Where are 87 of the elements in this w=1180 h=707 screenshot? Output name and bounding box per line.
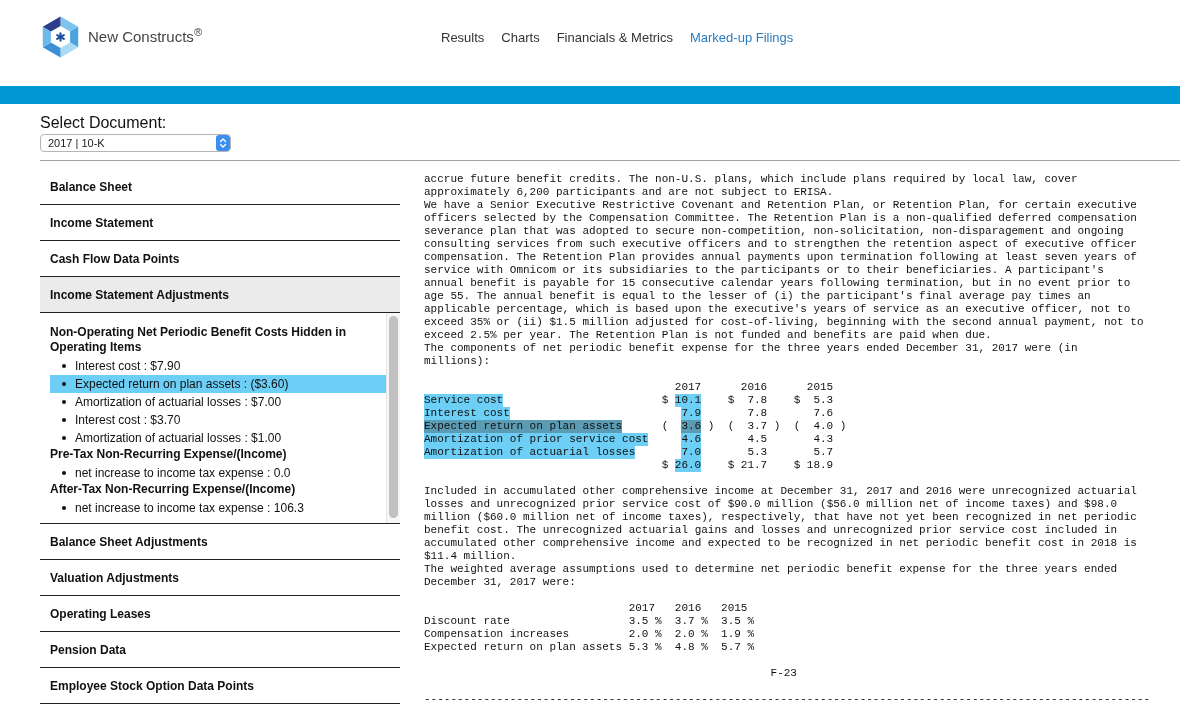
- bullet-icon: [62, 400, 66, 404]
- currency-symbol: $: [661, 394, 669, 407]
- amount-value: 7.8: [747, 394, 768, 407]
- rate-value: 3.5 %: [721, 615, 755, 628]
- row-label: Compensation increases: [424, 628, 570, 641]
- chevron-updown-icon: [216, 135, 230, 151]
- filing-paragraph: We have a Senior Executive Restrictive Covenant and Retention Plan, or Retention Plan, for certain executive officers selected by the Compensation Committee. The Retention Plan is a non-qualified deferred compensation severance plan that was adopted to secure non-competition, non-solicitation, non-disparagement and ongoing consulting services from such executive officers and to strengthen the retention aspect of executive officer compensation. The Retention Plan provides annual payments upon termination following at least seven years of service with Omnicom or its subsidiaries to the participants or to their beneficiaries. A participant's annual benefit is payable for 15 consecutive calendar years following termination, but in no event prior to age 55. The annual benefit is equal to the lesser of (i) the participant's final average pay times an applicable percentage, which is based upon the executive's years of service as an executive officer, not to exceed 35% or (ii) $1.5 million adjusted for cost-of-living, beginning with the second annual payment, not to exceed 2.5% per year. The Retention Plan is not funded and benefits are paid when due.: [424, 199, 1144, 342]
- close-parenthesis: ): [773, 420, 781, 433]
- close-parenthesis: ): [707, 420, 715, 433]
- rate-value: 2.0 %: [674, 628, 708, 641]
- rate-value: 2.0 %: [628, 628, 662, 641]
- sidebar-section[interactable]: Income Statement Adjustments: [40, 277, 400, 313]
- rate-value: 1.9 %: [721, 628, 755, 641]
- amount-value: 10.1: [674, 394, 702, 407]
- group-heading: Non-Operating Net Periodic Benefit Costs Hidden in Operating Items: [50, 325, 348, 355]
- currency-symbol: $: [793, 459, 801, 472]
- amount-value: 5.3: [813, 394, 834, 407]
- filing-paragraph: Included in accumulated other comprehensive income at December 31, 2017 and 2016 were unrecognized actuarial losses and unrecognized prior service cost of $90.0 million ($56.0 million net of income taxes) and $98.0 million ($60.0 million net of income taxes), respectively, that have not yet been recognized in net periodic benefit cost. The unrecognized actuarial gains and losses and unrecognized prior service cost included in accumulated other comprehensive income and expected to be recognized in net periodic benefit cost in 2018 is $11.4 million.: [424, 485, 1137, 563]
- year-heading: 2017: [674, 381, 702, 394]
- page-break-dashes: --------------------------------------------------------------------------------------------------------------: [424, 693, 1151, 706]
- rate-value: 5.7 %: [721, 641, 755, 654]
- year-heading: 2017: [628, 602, 656, 615]
- open-parenthesis: (: [793, 420, 801, 433]
- nav-link[interactable]: Results: [441, 30, 485, 46]
- nav-link[interactable]: Charts: [501, 30, 540, 46]
- select-label: Select Document:: [40, 114, 167, 132]
- brand-name[interactable]: New Constructs$^{®}$: [88, 28, 203, 46]
- row-label: Amortization of prior service cost: [424, 433, 649, 446]
- filing-paragraph: The weighted average assumptions used to determine net periodic benefit expense for the three years ended December 31, 2017 were:: [424, 563, 1118, 589]
- amount-value: 4.0: [813, 420, 834, 433]
- bullet-icon: [62, 471, 66, 475]
- data-point-item[interactable]: Interest cost : $7.90: [50, 357, 386, 375]
- year-heading: 2016: [674, 602, 702, 615]
- close-parenthesis: ): [839, 420, 847, 433]
- filing-paragraph: accrue future benefit credits. The non-U.S. plans, which include plans required by local law, cover approximately 6,200 participants and are not subject to ERISA.: [424, 173, 1078, 199]
- currency-symbol: $: [727, 394, 735, 407]
- row-label: Service cost: [424, 394, 504, 407]
- amount-value: 5.7: [813, 446, 834, 459]
- bullet-icon: [62, 436, 66, 440]
- rate-value: 3.5 %: [628, 615, 662, 628]
- document-select[interactable]: 2017 | 10-K: [40, 134, 231, 152]
- data-point-item[interactable]: Amortization of actuarial losses : $7.00: [50, 393, 386, 411]
- rate-value: 3.7 %: [674, 615, 708, 628]
- amount-value: 7.0: [681, 446, 702, 459]
- amount-value: 21.7: [740, 459, 768, 472]
- row-label: Amortization of actuarial losses: [424, 446, 636, 459]
- year-heading: 2015: [721, 602, 748, 615]
- open-parenthesis: (: [727, 420, 735, 433]
- amount-value: 3.7: [747, 420, 768, 433]
- row-label: Interest cost: [424, 407, 510, 420]
- filing-paragraph: The components of net periodic benefit expense for the three years ended December 31, 2017 were (in millions):: [424, 342, 1078, 368]
- amount-value: 4.5: [747, 433, 768, 446]
- page-number: F-23: [770, 667, 797, 680]
- amount-value: 18.9: [806, 459, 834, 472]
- bullet-icon: [62, 506, 66, 510]
- data-point-item[interactable]: Interest cost : $3.70: [50, 411, 386, 429]
- currency-symbol: $: [661, 459, 669, 472]
- nav-link[interactable]: Marked-up Filings: [689, 30, 794, 46]
- row-label: Discount rate: [424, 615, 510, 628]
- data-point-item[interactable]: net increase to income tax expense : 106.3: [50, 499, 386, 517]
- open-parenthesis: (: [661, 420, 669, 433]
- amount-value: 26.0: [674, 459, 702, 472]
- group-heading: After-Tax Non-Recurring Expense/(Income): [50, 482, 297, 497]
- rate-value: 5.3 %: [628, 641, 662, 654]
- bullet-icon: [62, 364, 66, 368]
- amount-value: 7.6: [813, 407, 834, 420]
- rate-value: 4.8 %: [674, 641, 708, 654]
- amount-value: 3.6: [681, 420, 702, 433]
- bullet-icon: [62, 418, 66, 422]
- group-heading: Pre-Tax Non-Recurring Expense/(Income): [50, 447, 288, 462]
- amount-value: 7.8: [747, 407, 768, 420]
- nav-link[interactable]: Financials & Metrics: [556, 30, 673, 46]
- amount-value: 7.9: [681, 407, 702, 420]
- year-heading: 2016: [740, 381, 768, 394]
- bullet-icon: [62, 382, 66, 386]
- amount-value: 4.6: [681, 433, 702, 446]
- scrollbar-thumb[interactable]: [389, 316, 398, 518]
- currency-symbol: $: [727, 459, 735, 472]
- year-heading: 2015: [806, 381, 834, 394]
- data-point-item[interactable]: Expected return on plan assets : ($3.60): [50, 375, 386, 393]
- data-point-item[interactable]: Amortization of actuarial losses : $1.00: [50, 429, 386, 447]
- amount-value: 4.3: [813, 433, 834, 446]
- row-label: Expected return on plan assets: [424, 641, 623, 654]
- data-point-item[interactable]: net increase to income tax expense : 0.0: [50, 464, 386, 482]
- row-label: Expected return on plan assets: [424, 420, 623, 433]
- amount-value: 5.3: [747, 446, 768, 459]
- currency-symbol: $: [793, 394, 801, 407]
